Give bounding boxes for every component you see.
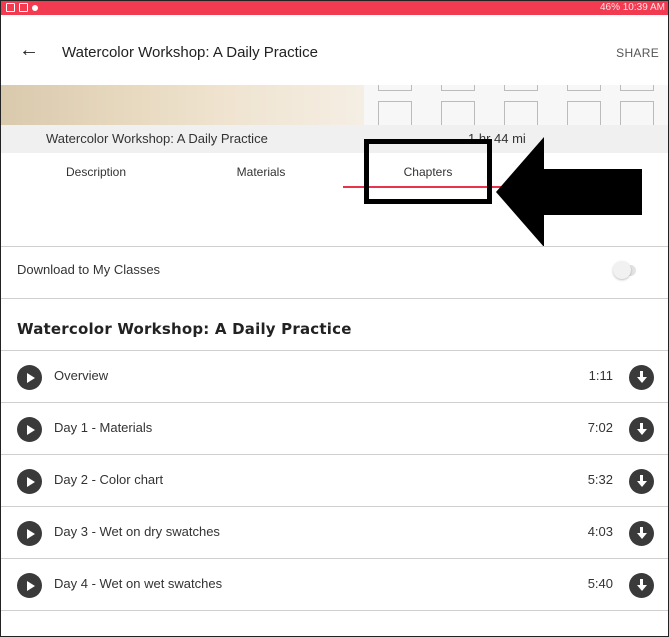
chapter-duration: 7:02 <box>587 420 613 435</box>
chapter-title: Day 1 - Materials <box>54 420 153 435</box>
play-icon[interactable] <box>17 573 42 598</box>
play-icon[interactable] <box>17 521 42 546</box>
status-bar: 46% 10:39 AM <box>1 1 668 15</box>
download-to-my-classes-label: Download to My Classes <box>17 262 161 277</box>
chapter-row[interactable]: Day 1 - Materials 7:02 <box>1 403 668 455</box>
course-name: Watercolor Workshop: A Daily Practice <box>46 131 268 146</box>
chapter-duration: 1:11 <box>588 368 613 383</box>
annotation-arrow-icon <box>496 137 642 247</box>
tab-materials[interactable]: Materials <box>181 153 341 187</box>
gallery-notification-icon <box>6 3 15 12</box>
status-battery-time: 46% 10:39 AM <box>599 2 665 13</box>
divider <box>1 246 668 247</box>
notification-dot-icon <box>32 4 38 11</box>
chapter-duration: 5:40 <box>587 576 613 591</box>
chapter-row[interactable]: Day 4 - Wet on wet swatches 5:40 <box>1 559 668 611</box>
chapter-row[interactable]: Overview 1:11 <box>1 351 668 403</box>
app-notification-icon <box>19 3 28 12</box>
page-title: Watercolor Workshop: A Daily Practice <box>62 44 318 61</box>
section-title: Watercolor Workshop: A Daily Practice <box>17 320 352 338</box>
share-button[interactable]: SHARE <box>616 46 659 60</box>
chapter-title: Day 3 - Wet on dry swatches <box>54 524 220 539</box>
chapter-title: Overview <box>54 368 109 383</box>
download-icon[interactable] <box>629 521 654 546</box>
status-notification-icons <box>6 3 38 12</box>
back-arrow-icon[interactable]: ← <box>19 40 39 60</box>
divider <box>1 610 668 611</box>
download-toggle[interactable] <box>613 261 631 279</box>
chapter-title: Day 4 - Wet on wet swatches <box>54 576 223 591</box>
divider <box>1 298 668 299</box>
chapter-row[interactable]: Day 3 - Wet on dry swatches 4:03 <box>1 507 668 559</box>
download-icon[interactable] <box>629 469 654 494</box>
banner-color-chart-image <box>364 85 668 125</box>
download-icon[interactable] <box>629 365 654 390</box>
chapter-row[interactable]: Day 2 - Color chart 5:32 <box>1 455 668 507</box>
chapter-title: Day 2 - Color chart <box>54 472 164 487</box>
banner-paint-image <box>1 85 364 125</box>
chapter-duration: 4:03 <box>587 524 613 539</box>
chapter-duration: 5:32 <box>587 472 613 487</box>
play-icon[interactable] <box>17 417 42 442</box>
play-icon[interactable] <box>17 469 42 494</box>
course-banner-image <box>1 85 668 125</box>
play-icon[interactable] <box>17 365 42 390</box>
app-window: 46% 10:39 AM ← Watercolor Workshop: A Da… <box>0 0 669 637</box>
download-icon[interactable] <box>629 573 654 598</box>
tab-description[interactable]: Description <box>16 153 176 187</box>
annotation-highlight-box <box>364 139 492 204</box>
download-icon[interactable] <box>629 417 654 442</box>
app-bar: ← Watercolor Workshop: A Daily Practice … <box>1 15 668 85</box>
